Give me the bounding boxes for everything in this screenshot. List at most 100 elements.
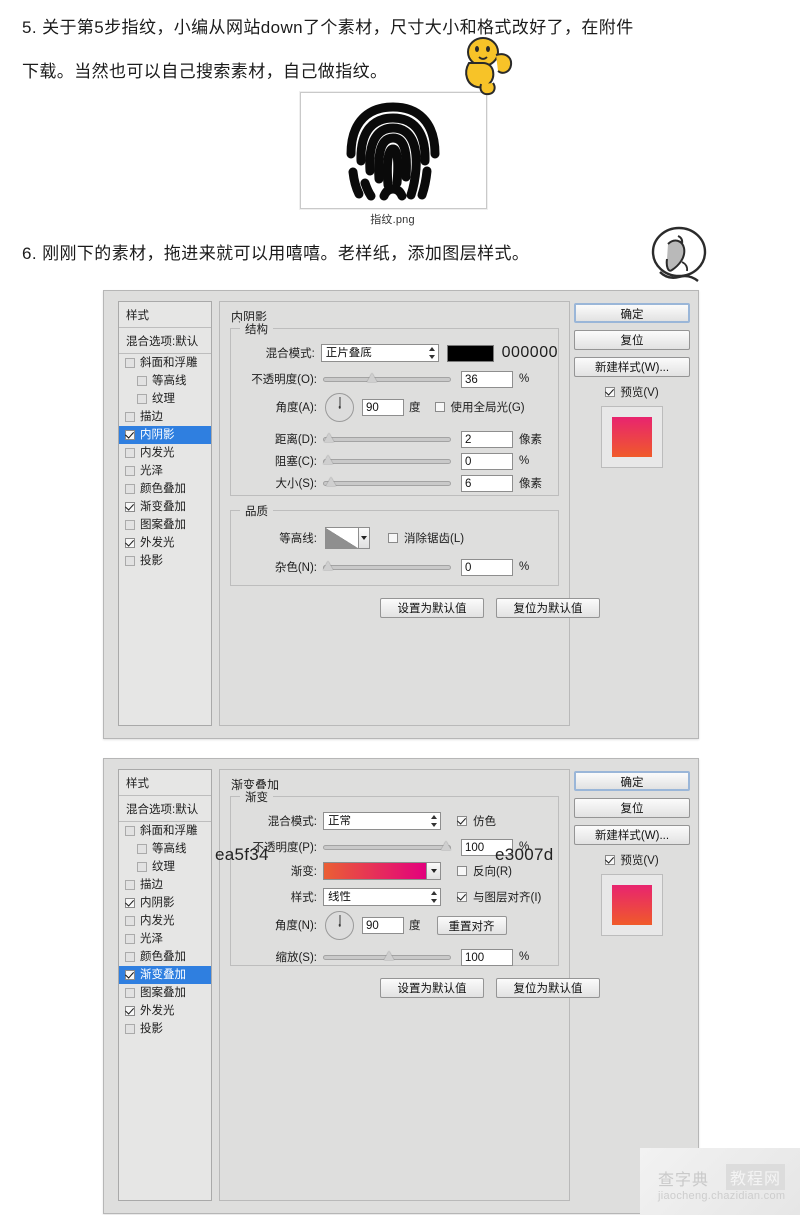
opacity-slider-2[interactable] bbox=[323, 840, 451, 854]
reset-to-default-button[interactable]: 复位为默认值 bbox=[496, 598, 600, 618]
style-enable-checkbox[interactable] bbox=[125, 1024, 135, 1034]
size-slider[interactable] bbox=[323, 476, 451, 490]
shadow-color-swatch[interactable] bbox=[446, 344, 494, 362]
align-with-layer-checkbox[interactable] bbox=[457, 892, 467, 902]
noise-slider-thumb[interactable] bbox=[323, 561, 334, 572]
style-enable-checkbox[interactable] bbox=[125, 970, 135, 980]
style-list-item[interactable]: 纹理 bbox=[119, 390, 211, 408]
style-enable-checkbox[interactable] bbox=[125, 1006, 135, 1016]
opacity-slider-thumb[interactable] bbox=[367, 373, 378, 384]
style-list-item[interactable]: 内发光 bbox=[119, 912, 211, 930]
style-enable-checkbox[interactable] bbox=[125, 448, 135, 458]
style-list-item[interactable]: 内发光 bbox=[119, 444, 211, 462]
preview-toggle-row[interactable]: 预览(V) bbox=[574, 384, 690, 400]
style-list-item[interactable]: 图案叠加 bbox=[119, 516, 211, 534]
contour-chevron-down-icon[interactable] bbox=[359, 527, 370, 549]
style-list-item[interactable]: 等高线 bbox=[119, 840, 211, 858]
style-enable-checkbox[interactable] bbox=[125, 952, 135, 962]
scale-slider-thumb[interactable] bbox=[384, 951, 395, 962]
reset-button[interactable]: 复位 bbox=[574, 330, 690, 350]
angle-dial-2[interactable] bbox=[325, 910, 354, 940]
style-enable-checkbox[interactable] bbox=[125, 898, 135, 908]
styles-list-items-2[interactable]: 斜面和浮雕 等高线 纹理 描边 内阴影 内发光 光泽 颜色叠加 渐变叠加 图案叠加 外发光 投影 bbox=[119, 822, 211, 1038]
style-enable-checkbox[interactable] bbox=[125, 484, 135, 494]
blending-options-item-2[interactable]: 混合选项:默认 bbox=[119, 796, 211, 822]
reset-button-2[interactable]: 复位 bbox=[574, 798, 690, 818]
antialias-checkbox[interactable] bbox=[388, 533, 398, 543]
style-list-item[interactable]: 颜色叠加 bbox=[119, 480, 211, 498]
global-light-checkbox[interactable] bbox=[434, 402, 445, 412]
style-enable-checkbox[interactable] bbox=[125, 430, 135, 440]
gradient-preview-bar[interactable] bbox=[323, 862, 427, 880]
distance-input[interactable]: 2 bbox=[461, 430, 513, 448]
ok-button-2[interactable]: 确定 bbox=[574, 771, 690, 791]
distance-slider-thumb[interactable] bbox=[324, 433, 335, 444]
angle-dial[interactable] bbox=[325, 392, 354, 422]
style-enable-checkbox[interactable] bbox=[125, 412, 135, 422]
style-enable-checkbox[interactable] bbox=[137, 844, 147, 854]
style-list-item[interactable]: 光泽 bbox=[119, 462, 211, 480]
style-list-item[interactable]: 描边 bbox=[119, 876, 211, 894]
choke-slider[interactable] bbox=[323, 454, 451, 468]
style-enable-checkbox[interactable] bbox=[125, 988, 135, 998]
distance-slider[interactable] bbox=[323, 432, 451, 446]
blending-options-item[interactable]: 混合选项:默认 bbox=[119, 328, 211, 354]
ok-button[interactable]: 确定 bbox=[574, 303, 690, 323]
style-enable-checkbox[interactable] bbox=[125, 880, 135, 890]
set-as-default-button-2[interactable]: 设置为默认值 bbox=[380, 978, 484, 998]
style-enable-checkbox[interactable] bbox=[125, 556, 135, 566]
opacity-slider[interactable] bbox=[323, 372, 451, 386]
preview-toggle-row-2[interactable]: 预览(V) bbox=[574, 852, 690, 868]
style-list-item[interactable]: 渐变叠加 bbox=[119, 966, 211, 984]
style-list-item[interactable]: 纹理 bbox=[119, 858, 211, 876]
opacity-input[interactable]: 36 bbox=[461, 370, 513, 388]
angle-input-2[interactable]: 90 bbox=[362, 916, 404, 934]
scale-slider[interactable] bbox=[323, 950, 451, 964]
reset-to-default-button-2[interactable]: 复位为默认值 bbox=[496, 978, 600, 998]
style-enable-checkbox[interactable] bbox=[125, 466, 135, 476]
style-list-item[interactable]: 外发光 bbox=[119, 1002, 211, 1020]
choke-slider-thumb[interactable] bbox=[323, 455, 334, 466]
style-list-item[interactable]: 光泽 bbox=[119, 930, 211, 948]
style-list-item[interactable]: 等高线 bbox=[119, 372, 211, 390]
size-slider-thumb[interactable] bbox=[326, 477, 337, 488]
style-enable-checkbox[interactable] bbox=[125, 826, 135, 836]
contour-thumbnail[interactable] bbox=[325, 527, 359, 549]
preview-checkbox-2[interactable] bbox=[605, 855, 616, 865]
dither-checkbox[interactable] bbox=[457, 816, 467, 826]
styles-list-items[interactable]: 斜面和浮雕 等高线 纹理 描边 内阴影 内发光 光泽 颜色叠加 渐变叠加 图案叠加 外发光 投影 bbox=[119, 354, 211, 570]
style-list-item[interactable]: 颜色叠加 bbox=[119, 948, 211, 966]
style-enable-checkbox[interactable] bbox=[125, 934, 135, 944]
blend-mode-select-2[interactable]: 正常 bbox=[323, 812, 441, 830]
preview-checkbox[interactable] bbox=[605, 387, 616, 397]
style-enable-checkbox[interactable] bbox=[125, 916, 135, 926]
noise-input[interactable]: 0 bbox=[461, 558, 513, 576]
style-enable-checkbox[interactable] bbox=[137, 862, 147, 872]
style-enable-checkbox[interactable] bbox=[125, 538, 135, 548]
noise-slider[interactable] bbox=[323, 560, 451, 574]
set-as-default-button[interactable]: 设置为默认值 bbox=[380, 598, 484, 618]
layer-style-dialog-inner-shadow[interactable]: 样式 混合选项:默认 斜面和浮雕 等高线 纹理 描边 内阴影 内发光 光泽 颜色叠加 渐变叠加图… bbox=[103, 290, 699, 739]
style-list-item[interactable]: 图案叠加 bbox=[119, 984, 211, 1002]
blend-mode-select[interactable]: 正片叠底 bbox=[320, 344, 439, 362]
style-list-item[interactable]: 描边 bbox=[119, 408, 211, 426]
style-enable-checkbox[interactable] bbox=[125, 520, 135, 530]
style-list-item[interactable]: 内阴影 bbox=[119, 426, 211, 444]
style-list-item[interactable]: 外发光 bbox=[119, 534, 211, 552]
reverse-checkbox[interactable] bbox=[457, 866, 467, 876]
gradient-chevron-down-icon[interactable] bbox=[427, 862, 441, 880]
style-list-item[interactable]: 投影 bbox=[119, 1020, 211, 1038]
style-enable-checkbox[interactable] bbox=[125, 358, 135, 368]
realign-button[interactable]: 重置对齐 bbox=[436, 915, 507, 935]
styles-list-panel[interactable]: 样式 混合选项:默认 斜面和浮雕 等高线 纹理 描边 内阴影 内发光 光泽 颜色叠加 渐变叠加图… bbox=[118, 301, 212, 726]
opacity-slider-thumb-2[interactable] bbox=[441, 841, 452, 852]
style-enable-checkbox[interactable] bbox=[137, 376, 147, 386]
style-list-item[interactable]: 渐变叠加 bbox=[119, 498, 211, 516]
style-list-item[interactable]: 内阴影 bbox=[119, 894, 211, 912]
angle-input[interactable]: 90 bbox=[362, 398, 404, 416]
style-enable-checkbox[interactable] bbox=[137, 394, 147, 404]
style-enable-checkbox[interactable] bbox=[125, 502, 135, 512]
style-list-item[interactable]: 投影 bbox=[119, 552, 211, 570]
contour-picker[interactable] bbox=[325, 527, 370, 549]
choke-input[interactable]: 0 bbox=[461, 452, 513, 470]
